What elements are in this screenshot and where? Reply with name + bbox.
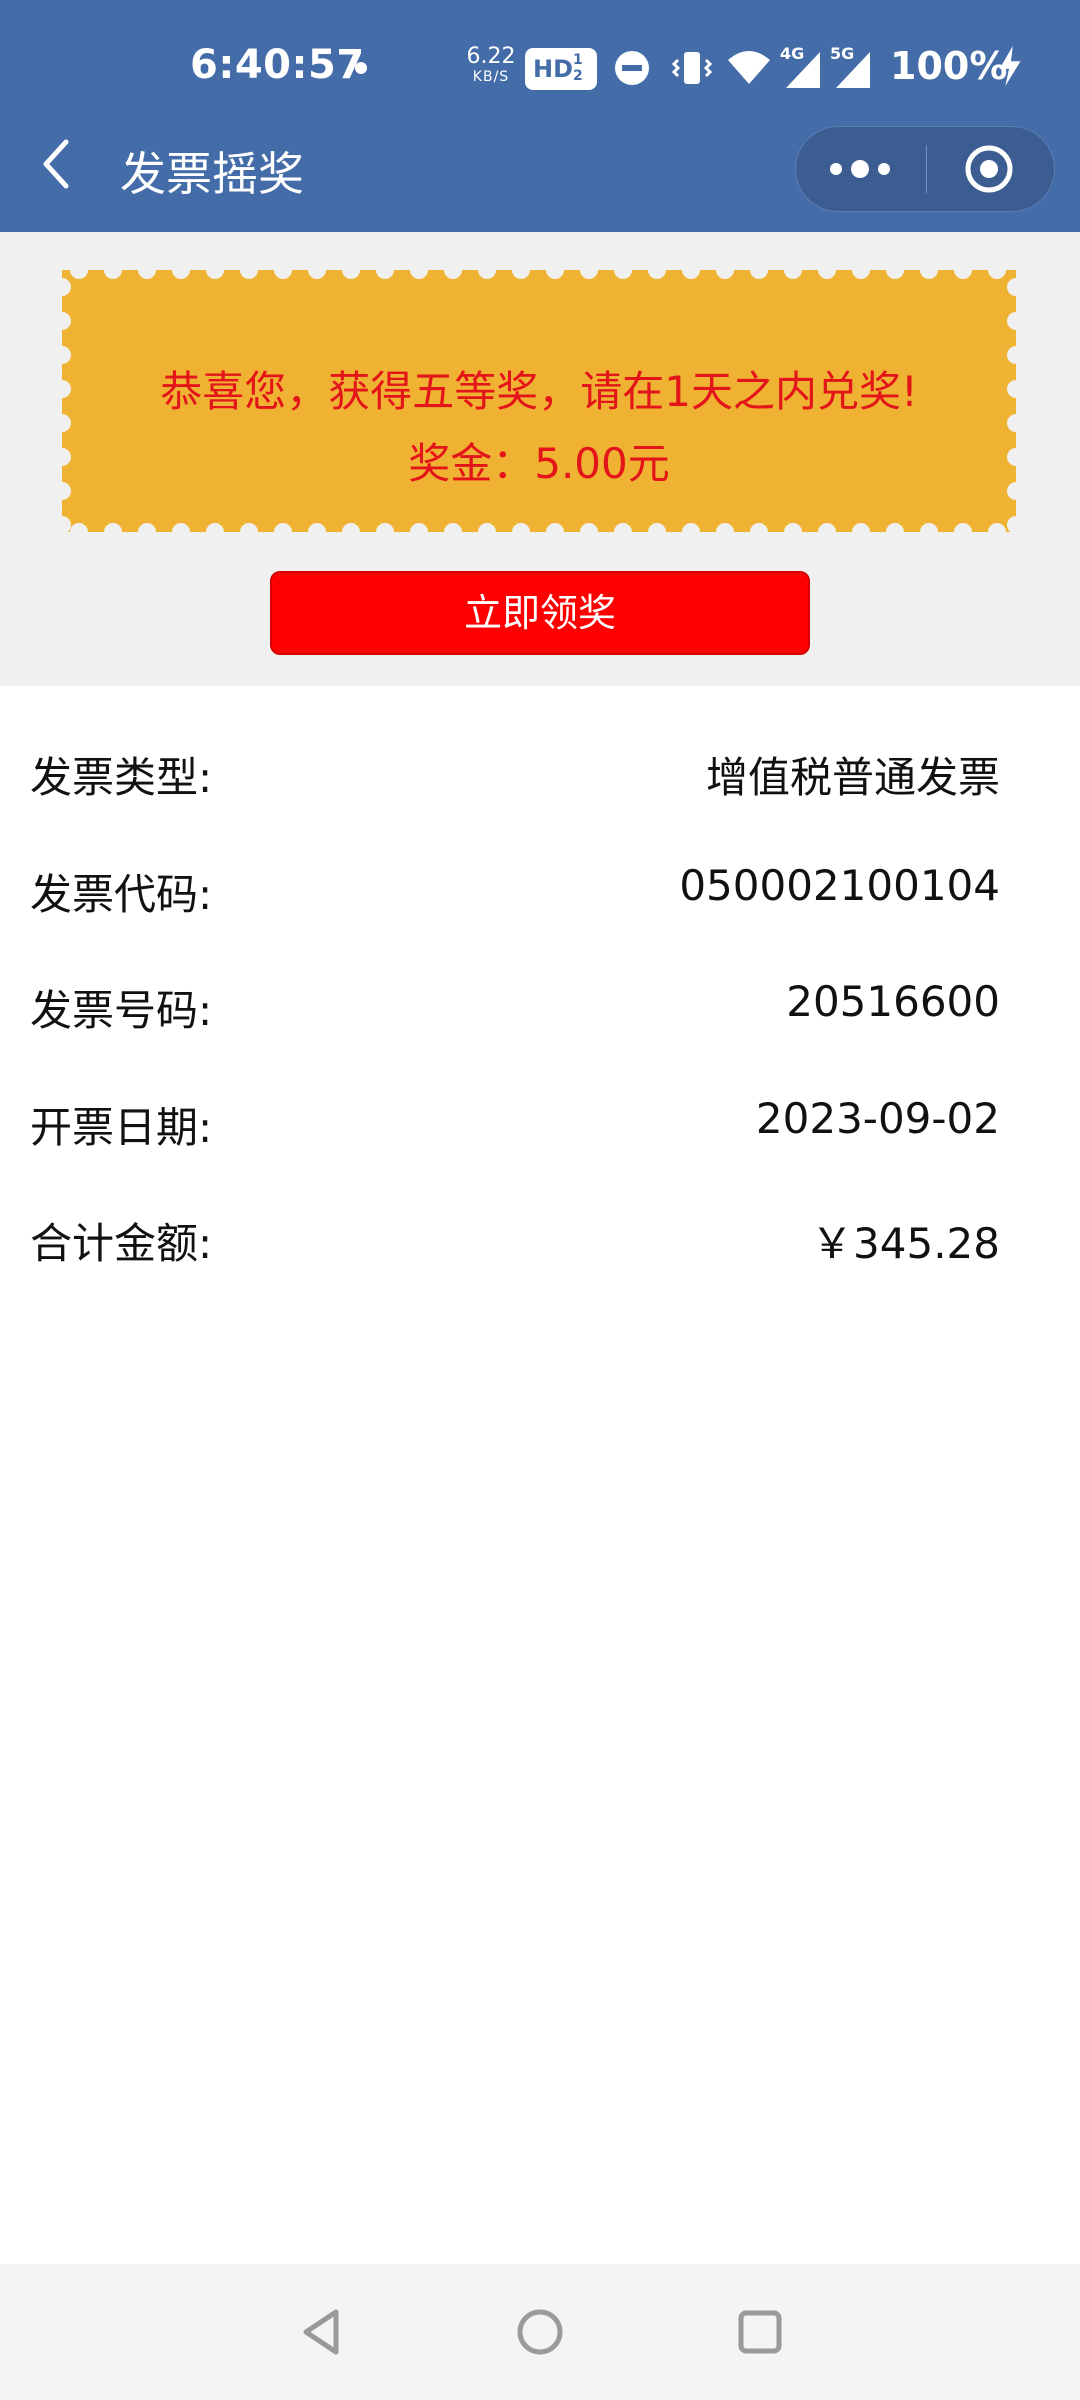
prize-message: 恭喜您，获得五等奖，请在1天之内兑奖! bbox=[160, 367, 918, 416]
vibrate-icon bbox=[671, 52, 713, 84]
ticket-text: 恭喜您，获得五等奖，请在1天之内兑奖! 奖金：5.00元 bbox=[62, 270, 1016, 532]
notification-dot-icon bbox=[355, 62, 367, 74]
invoice-code-label: 发票代码: bbox=[30, 870, 213, 919]
more-dots-icon bbox=[830, 160, 890, 178]
circle-home-icon[interactable] bbox=[510, 2302, 570, 2362]
invoice-amount-label: 合计金额: bbox=[30, 1219, 213, 1268]
net-speed-unit: KB/S bbox=[472, 69, 510, 85]
signal-5g-icon: 5G bbox=[830, 44, 874, 90]
invoice-code-value: 050002100104 bbox=[679, 861, 1000, 910]
battery-percent: 100% bbox=[890, 44, 1008, 88]
invoice-number-label: 发票号码: bbox=[30, 986, 213, 1035]
invoice-row-number: 发票号码: 20516600 bbox=[30, 977, 1000, 1037]
page-title: 发票摇奖 bbox=[120, 147, 304, 201]
signal-4g-icon: 4G bbox=[780, 44, 824, 90]
hd-label: HD bbox=[533, 55, 574, 83]
target-close-icon bbox=[965, 145, 1013, 193]
top-bar: 6:40:57 6.22 KB/S HD 12 4G 5G 100% 发票摇奖 bbox=[0, 0, 1080, 232]
wifi-icon bbox=[728, 51, 770, 84]
invoice-type-label: 发票类型: bbox=[30, 753, 213, 802]
invoice-amount-value: ￥345.28 bbox=[811, 1219, 1000, 1268]
invoice-date-value: 2023-09-02 bbox=[755, 1094, 1000, 1143]
invoice-row-code: 发票代码: 050002100104 bbox=[30, 861, 1000, 921]
hd-volte-icon: HD 12 bbox=[525, 48, 597, 90]
square-recents-icon[interactable] bbox=[730, 2302, 790, 2362]
status-time: 6:40:57 bbox=[190, 42, 365, 88]
net-speed-indicator: 6.22 KB/S bbox=[465, 44, 517, 85]
charging-bolt-icon bbox=[999, 45, 1021, 87]
invoice-type-value: 增值税普通发票 bbox=[705, 753, 1000, 802]
invoice-row-amount: 合计金额: ￥345.28 bbox=[30, 1210, 1000, 1270]
invoice-row-type: 发票类型: 增值税普通发票 bbox=[30, 744, 1000, 804]
close-mini-program-button[interactable] bbox=[927, 127, 1055, 211]
triangle-back-icon[interactable] bbox=[292, 2302, 352, 2362]
claim-prize-button[interactable]: 立即领奖 bbox=[270, 571, 810, 655]
back-chevron-icon[interactable] bbox=[36, 136, 80, 192]
system-nav-bar bbox=[0, 2264, 1080, 2400]
prize-amount: 奖金：5.00元 bbox=[408, 439, 670, 488]
more-button[interactable] bbox=[796, 127, 926, 211]
net-speed-value: 6.22 bbox=[466, 44, 516, 69]
prize-section: 恭喜您，获得五等奖，请在1天之内兑奖! 奖金：5.00元 立即领奖 bbox=[0, 232, 1080, 686]
do-not-disturb-icon bbox=[615, 51, 649, 85]
mini-program-capsule bbox=[795, 126, 1055, 212]
invoice-row-date: 开票日期: 2023-09-02 bbox=[30, 1094, 1000, 1154]
invoice-number-value: 20516600 bbox=[786, 977, 1000, 1026]
prize-ticket: 恭喜您，获得五等奖，请在1天之内兑奖! 奖金：5.00元 bbox=[62, 270, 1016, 532]
invoice-date-label: 开票日期: bbox=[30, 1103, 213, 1152]
